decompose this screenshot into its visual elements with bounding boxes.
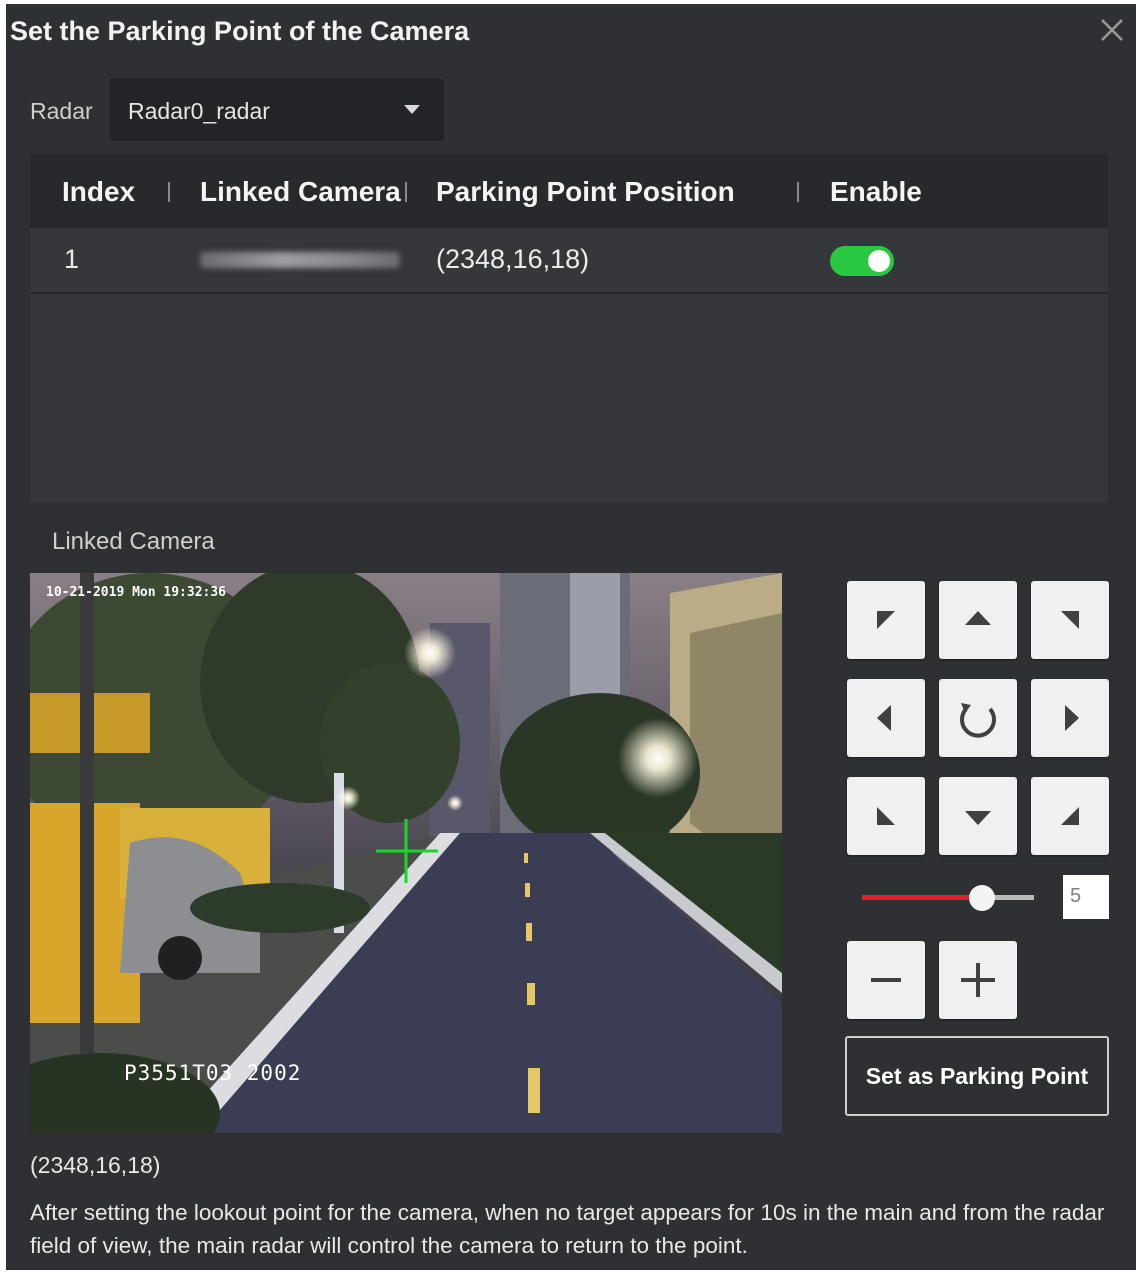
- table-row[interactable]: 1 (2348,16,18): [30, 228, 1108, 294]
- ptz-auto-rotate-button[interactable]: [939, 679, 1017, 757]
- arrow-up-icon: [965, 611, 991, 625]
- radar-label: Radar: [30, 98, 93, 124]
- row-index: 1: [64, 244, 80, 274]
- ptz-down-right-button[interactable]: [1031, 777, 1109, 855]
- column-separator[interactable]: [168, 182, 170, 202]
- column-header-index[interactable]: Index: [62, 176, 135, 208]
- arrow-down-left-icon: [877, 807, 895, 825]
- ptz-down-left-button[interactable]: [847, 777, 925, 855]
- night-street-scene: [30, 573, 782, 1133]
- parking-point-table: Index Linked Camera Parking Point Positi…: [30, 154, 1108, 502]
- column-header-enable[interactable]: Enable: [830, 176, 922, 208]
- arrow-up-right-icon: [1061, 611, 1079, 629]
- slider-track-filled: [862, 895, 982, 900]
- current-position-readout: (2348,16,18): [30, 1152, 161, 1178]
- arrow-right-icon: [1065, 705, 1079, 731]
- set-as-parking-point-button[interactable]: Set as Parking Point: [845, 1036, 1109, 1116]
- column-header-parking-point-position[interactable]: Parking Point Position: [436, 176, 735, 208]
- ptz-down-button[interactable]: [939, 777, 1017, 855]
- ptz-speed-input[interactable]: 5: [1063, 875, 1109, 919]
- column-separator[interactable]: [797, 182, 799, 202]
- zoom-out-button[interactable]: [847, 941, 925, 1019]
- ptz-up-button[interactable]: [939, 581, 1017, 659]
- table-header: Index Linked Camera Parking Point Positi…: [30, 154, 1108, 228]
- linked-camera-redacted: [200, 252, 400, 268]
- chevron-down-icon: [404, 105, 420, 114]
- camera-live-view[interactable]: 10-21-2019 Mon 19:32:36 P3551T03 2002: [30, 573, 782, 1133]
- help-description: After setting the lookout point for the …: [30, 1200, 1105, 1258]
- close-icon[interactable]: [1094, 12, 1130, 48]
- enable-toggle[interactable]: [830, 246, 894, 276]
- ptz-left-button[interactable]: [847, 679, 925, 757]
- minus-icon: [871, 978, 901, 982]
- dialog-title: Set the Parking Point of the Camera: [10, 16, 470, 46]
- radar-select[interactable]: Radar0_radar: [110, 79, 444, 141]
- ptz-right-button[interactable]: [1031, 679, 1109, 757]
- video-osd-label: P3551T03 2002: [124, 1061, 302, 1085]
- parking-point-dialog: Set the Parking Point of the Camera Rada…: [6, 4, 1136, 1270]
- ptz-up-right-button[interactable]: [1031, 581, 1109, 659]
- column-header-linked-camera[interactable]: Linked Camera: [200, 176, 404, 208]
- plus-icon: [961, 963, 995, 997]
- arrow-down-right-icon: [1061, 807, 1079, 825]
- ptz-speed-slider[interactable]: [862, 882, 1038, 912]
- radar-select-value: Radar0_radar: [128, 98, 270, 124]
- rotate-icon: [960, 703, 996, 738]
- column-separator[interactable]: [405, 182, 407, 202]
- arrow-left-icon: [877, 705, 891, 731]
- ptz-up-left-button[interactable]: [847, 581, 925, 659]
- arrow-down-icon: [965, 811, 991, 825]
- zoom-in-button[interactable]: [939, 941, 1017, 1019]
- toggle-knob: [868, 250, 890, 272]
- video-osd-timestamp: 10-21-2019 Mon 19:32:36: [46, 585, 227, 600]
- arrow-up-left-icon: [877, 611, 895, 629]
- row-parking-point-position: (2348,16,18): [436, 244, 590, 274]
- slider-thumb[interactable]: [969, 885, 995, 911]
- linked-camera-label: Linked Camera: [52, 528, 215, 555]
